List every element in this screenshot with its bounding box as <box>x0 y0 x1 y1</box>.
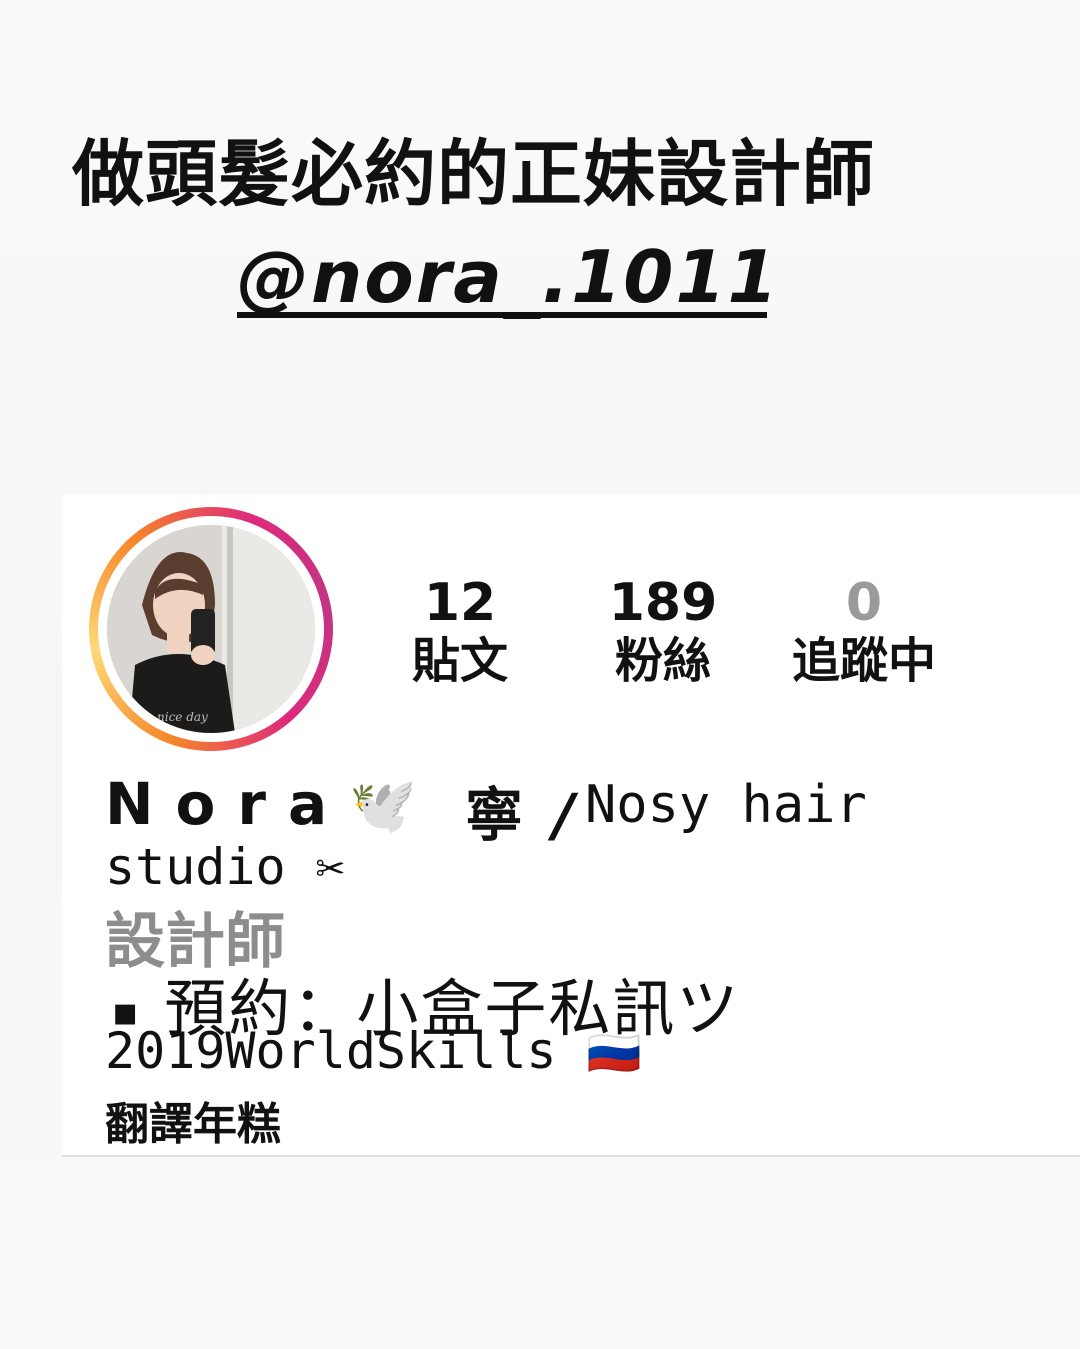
translate-link[interactable]: 翻譯年糕 <box>105 1088 281 1152</box>
followers-count: 189 <box>608 573 718 633</box>
scissors-icon: ✂ <box>315 840 345 896</box>
worldskills-line: 2019WorldSkills 🇷🇺 <box>105 1022 641 1080</box>
worldskills-text: 2019WorldSkills <box>105 1022 557 1080</box>
name-slash: / <box>553 781 575 849</box>
posts-count: 12 <box>423 573 497 633</box>
profile-name-cn: 寧 / <box>465 768 574 852</box>
stat-following[interactable]: 0 追蹤中 <box>764 575 964 691</box>
svg-text:nice day: nice day <box>157 710 208 724</box>
dove-icon: 🕊️ <box>349 774 417 837</box>
profile-name: Nora🕊️ <box>105 770 416 838</box>
story-headline: 做頭髮必約的正妹設計師 <box>72 132 876 216</box>
posts-label: 貼文 <box>411 633 508 689</box>
studio-name-part1: Nosy hair <box>585 775 867 835</box>
followers-label: 粉絲 <box>614 633 711 689</box>
name-cn-char: 寧 <box>465 781 524 849</box>
following-count: 0 <box>845 573 883 633</box>
profile-avatar[interactable]: nice day <box>107 525 315 733</box>
mention-underline <box>237 312 767 318</box>
following-label: 追蹤中 <box>791 633 936 689</box>
profile-name-latin: Nora <box>105 770 350 838</box>
stat-posts[interactable]: 12 貼文 <box>360 575 560 691</box>
studio-label: studio <box>105 838 286 896</box>
stat-followers[interactable]: 189 粉絲 <box>563 575 763 691</box>
russia-flag-icon: 🇷🇺 <box>586 1028 642 1079</box>
studio-name-part2: studio ✂ <box>105 838 345 896</box>
avatar-photo: nice day <box>107 525 315 733</box>
mention-link[interactable]: @nora_.1011 <box>237 238 780 316</box>
